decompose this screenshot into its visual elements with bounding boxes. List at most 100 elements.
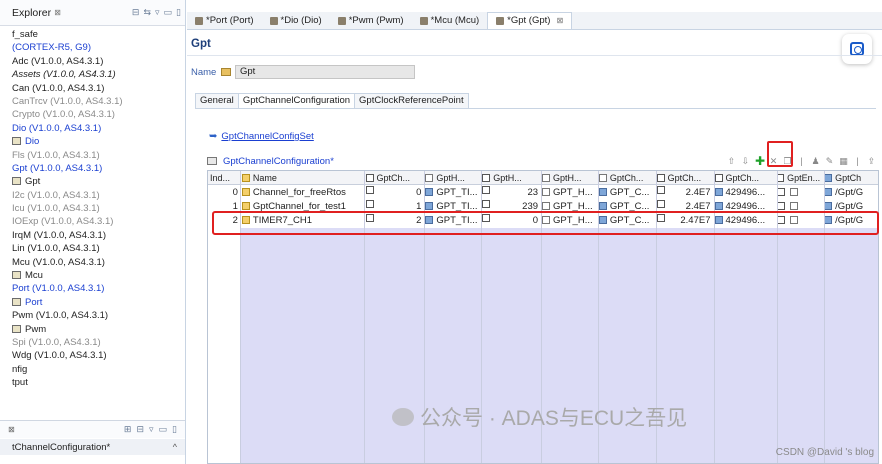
column-header[interactable]: GptCh... bbox=[364, 171, 424, 185]
expand-icon[interactable]: ⊞ bbox=[124, 424, 132, 435]
table-cell[interactable]: Channel_for_freeRtos bbox=[240, 186, 364, 200]
arrow-up-icon[interactable]: ⇧ bbox=[727, 156, 736, 167]
tree-item[interactable]: Gpt (V1.0.0, AS4.3.1) bbox=[0, 162, 185, 175]
table-cell[interactable]: GPT_C... bbox=[597, 186, 655, 200]
pencil-icon[interactable]: ✎ bbox=[825, 156, 834, 167]
tree-item[interactable]: f_safe bbox=[0, 28, 185, 41]
section-title: GptChannelConfiguration* bbox=[223, 155, 334, 167]
tree-item[interactable]: IrqM (V1.0.0, AS4.3.1) bbox=[0, 229, 185, 242]
tree-item[interactable]: Port (V1.0.0, AS4.3.1) bbox=[0, 282, 185, 295]
subtab[interactable]: GptClockReferencePoint bbox=[354, 93, 469, 109]
table-cell[interactable] bbox=[775, 186, 822, 200]
minimize-icon[interactable]: ▭ bbox=[159, 424, 168, 435]
screenshot-tool-icon[interactable] bbox=[842, 34, 872, 64]
table-icon[interactable]: ▦ bbox=[839, 156, 848, 167]
tree-item-label: Icu (V1.0.0, AS4.3.1) bbox=[12, 203, 100, 215]
tree-item[interactable]: Dio (V1.0.0, AS4.3.1) bbox=[0, 122, 185, 135]
tree-item[interactable]: (CORTEX-R5, G9) bbox=[0, 41, 185, 54]
maximize-icon[interactable]: ▯ bbox=[176, 7, 181, 18]
collapse-all-icon[interactable]: ⊟ bbox=[132, 7, 140, 18]
title-divider bbox=[187, 55, 882, 56]
tree-item[interactable]: Fls (V1.0.0, AS4.3.1) bbox=[0, 149, 185, 162]
tree-item[interactable]: I2c (V1.0.0, AS4.3.1) bbox=[0, 189, 185, 202]
tree-item-label: Port bbox=[25, 296, 43, 308]
table-cell[interactable]: 2.4E7 bbox=[655, 186, 713, 200]
table-cell[interactable]: 0 bbox=[208, 186, 240, 200]
tree-item[interactable]: Assets (V1.0.0, AS4.3.1) bbox=[0, 68, 185, 81]
cell-type-icon bbox=[598, 188, 607, 196]
tree-item[interactable]: Wdg (V1.0.0, AS4.3.1) bbox=[0, 349, 185, 362]
subtab[interactable]: General bbox=[195, 93, 239, 109]
tree-item[interactable]: Pwm bbox=[0, 323, 185, 336]
plus-icon[interactable]: ✚ bbox=[755, 154, 765, 168]
checkbox[interactable] bbox=[790, 188, 799, 196]
table-cell[interactable]: GPT_H... bbox=[540, 186, 597, 200]
table-cell[interactable]: 0 bbox=[364, 186, 424, 200]
tree-item[interactable]: Gpt bbox=[0, 175, 185, 188]
bottom-panel-text: tChannelConfiguration* bbox=[12, 441, 111, 453]
tree-item[interactable]: Dio bbox=[0, 135, 185, 148]
editor-tab[interactable]: *Mcu (Mcu) bbox=[412, 12, 488, 29]
view-menu-icon[interactable]: ▿ bbox=[149, 424, 154, 435]
table-cell[interactable]: 23 bbox=[480, 186, 540, 200]
editor-tab[interactable]: *Pwm (Pwm) bbox=[330, 12, 412, 29]
bottom-panel-close-icon[interactable]: ⊠ bbox=[8, 425, 15, 434]
editor-tab[interactable]: *Dio (Dio) bbox=[262, 12, 330, 29]
table-cell[interactable]: GPT_TI... bbox=[423, 186, 480, 200]
cell-type-icon bbox=[241, 202, 250, 210]
column-header-label: GptCh... bbox=[667, 173, 702, 183]
table-cell[interactable]: /Gpt/G bbox=[822, 186, 878, 200]
collapse-icon[interactable]: ⊟ bbox=[136, 424, 144, 435]
column-header[interactable]: GptEn... bbox=[775, 171, 822, 185]
table-cell[interactable]: 429496... bbox=[713, 186, 776, 200]
wechat-icon bbox=[392, 408, 414, 426]
tree-item[interactable]: CanTrcv (V1.0.0, AS4.3.1) bbox=[0, 95, 185, 108]
maximize-icon[interactable]: ▯ bbox=[172, 424, 177, 435]
editor-tab-label: *Port (Port) bbox=[206, 14, 254, 26]
table-row[interactable]: 0 Channel_for_freeRtos 0 GPT_TI... 23 GPT_H..… bbox=[208, 186, 878, 200]
tree-item[interactable]: Adc (V1.0.0, AS4.3.1) bbox=[0, 55, 185, 68]
column-header[interactable]: GptH... bbox=[540, 171, 597, 185]
tree-item[interactable]: tput bbox=[0, 376, 185, 389]
tree-item[interactable]: Icu (V1.0.0, AS4.3.1) bbox=[0, 202, 185, 215]
tree-item[interactable]: Mcu (V1.0.0, AS4.3.1) bbox=[0, 256, 185, 269]
tab-close-icon[interactable]: ⊠ bbox=[556, 13, 563, 29]
configset-link[interactable]: GptChannelConfigSet bbox=[221, 131, 313, 142]
name-field[interactable]: Gpt bbox=[235, 65, 415, 79]
view-menu-icon[interactable]: ▿ bbox=[155, 7, 160, 18]
tree-item[interactable]: Port bbox=[0, 296, 185, 309]
tree-item[interactable]: nfig bbox=[0, 363, 185, 376]
module-editor-icon bbox=[269, 16, 278, 25]
column-header[interactable]: GptCh... bbox=[655, 171, 713, 185]
bottom-panel-selection[interactable]: tChannelConfiguration* ^ bbox=[0, 439, 185, 455]
arrow-down-icon[interactable]: ⇩ bbox=[741, 156, 750, 167]
column-header[interactable]: GptCh... bbox=[597, 171, 655, 185]
cell-value: GPT_TI... bbox=[436, 187, 478, 198]
export-icon[interactable]: ⇪ bbox=[867, 156, 876, 167]
tree-item[interactable]: Spi (V1.0.0, AS4.3.1) bbox=[0, 336, 185, 349]
editor-tab[interactable]: *Port (Port) bbox=[187, 12, 262, 29]
column-header[interactable]: Name bbox=[240, 171, 364, 185]
tree-item[interactable]: Lin (V1.0.0, AS4.3.1) bbox=[0, 242, 185, 255]
checkbox[interactable] bbox=[790, 202, 799, 210]
chevron-up-icon[interactable]: ^ bbox=[173, 442, 177, 452]
tree-item[interactable]: IOExp (V1.0.0, AS4.3.1) bbox=[0, 215, 185, 228]
tree-item[interactable]: Can (V1.0.0, AS4.3.1) bbox=[0, 82, 185, 95]
minimize-icon[interactable]: ▭ bbox=[164, 7, 173, 18]
subtab[interactable]: GptChannelConfiguration bbox=[237, 93, 356, 109]
cell-type-icon bbox=[656, 186, 665, 194]
column-header[interactable]: GptCh... bbox=[713, 171, 776, 185]
cell-value: /Gpt/G bbox=[835, 187, 864, 198]
column-header[interactable]: GptH... bbox=[480, 171, 540, 185]
column-header[interactable]: GptCh bbox=[822, 171, 878, 185]
link-editor-icon[interactable]: ⇆ bbox=[143, 7, 151, 18]
tree-item[interactable]: Crypto (V1.0.0, AS4.3.1) bbox=[0, 108, 185, 121]
person-icon[interactable]: ♟ bbox=[811, 156, 820, 167]
cell-value: Channel_for_freeRtos bbox=[252, 187, 346, 198]
column-header[interactable]: Ind... bbox=[208, 171, 240, 185]
tree-item[interactable]: Pwm (V1.0.0, AS4.3.1) bbox=[0, 309, 185, 322]
explorer-close-icon[interactable]: ⊠ bbox=[54, 8, 61, 17]
column-header[interactable]: GptH... bbox=[423, 171, 480, 185]
tree-item[interactable]: Mcu bbox=[0, 269, 185, 282]
editor-tab[interactable]: *Gpt (Gpt) ⊠ bbox=[487, 12, 573, 29]
